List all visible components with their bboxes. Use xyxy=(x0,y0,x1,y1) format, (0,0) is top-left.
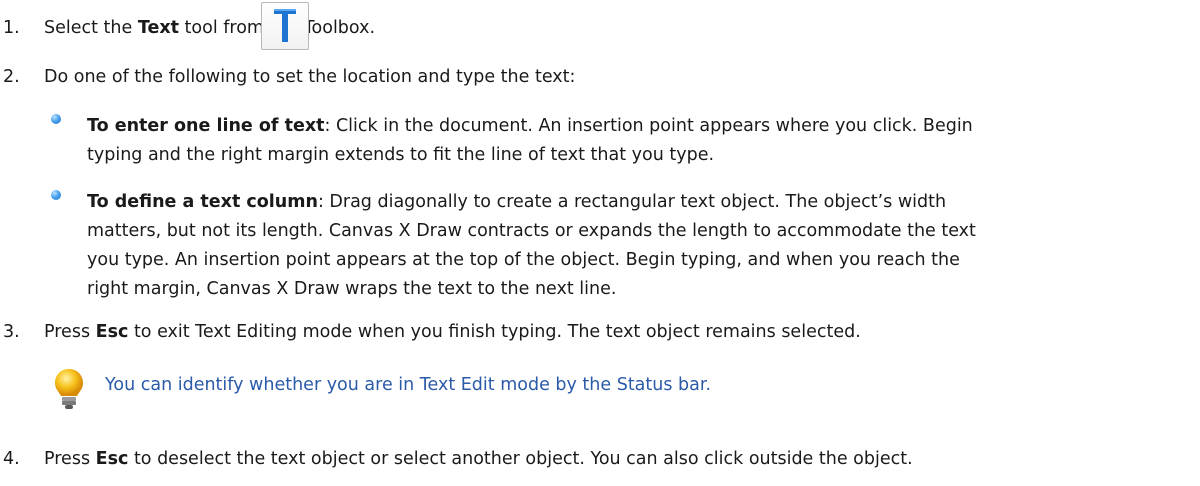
bullet-1-text-0: : Click in the document. An insertion po… xyxy=(324,116,973,136)
bullet-2-line-4: right margin, Canvas X Draw wraps the te… xyxy=(87,279,617,299)
bullet-2-line-1: To define a text column: Drag diagonally… xyxy=(87,188,946,218)
step-1-text: Select the Text tool from the Toolbox. xyxy=(44,18,375,38)
bullet-2-title: To define a text column xyxy=(87,192,318,212)
text-tool-icon: T xyxy=(261,2,309,50)
bullet-1-line-2: typing and the right margin extends to f… xyxy=(87,145,715,165)
bullet-1-title: To enter one line of text xyxy=(87,116,325,136)
step-1-number: 1. xyxy=(3,18,20,38)
step-4-post: to deselect the text object or select an… xyxy=(128,449,913,469)
tip-text: You can identify whether you are in Text… xyxy=(105,375,712,395)
step-4-number: 4. xyxy=(3,449,20,469)
lightbulb-icon xyxy=(55,369,83,409)
bullet-2-text-0: : Drag diagonally to create a rectangula… xyxy=(317,192,947,212)
bullet-dot-icon xyxy=(51,190,61,200)
step-2-text: Do one of the following to set the locat… xyxy=(44,67,576,87)
step-1-pre: Select the xyxy=(44,18,138,38)
step-4-pre: Press xyxy=(44,449,96,469)
step-1-bold: Text xyxy=(137,18,179,38)
bullet-1-line-1: To enter one line of text: Click in the … xyxy=(87,112,973,142)
step-4-bold: Esc xyxy=(95,449,129,469)
step-3-bold: Esc xyxy=(95,322,129,342)
bullet-dot-icon xyxy=(51,114,61,124)
step-3-number: 3. xyxy=(3,322,20,342)
bullet-2-line-3: you type. An insertion point appears at … xyxy=(87,250,960,270)
step-2-number: 2. xyxy=(3,67,20,87)
step-3-pre: Press xyxy=(44,322,96,342)
step-3-text: Press Esc to exit Text Editing mode when… xyxy=(44,322,861,342)
bullet-2-line-2: matters, but not its length. Canvas X Dr… xyxy=(87,221,976,241)
step-4-text: Press Esc to deselect the text object or… xyxy=(44,449,913,469)
step-3-post: to exit Text Editing mode when you finis… xyxy=(128,322,861,342)
